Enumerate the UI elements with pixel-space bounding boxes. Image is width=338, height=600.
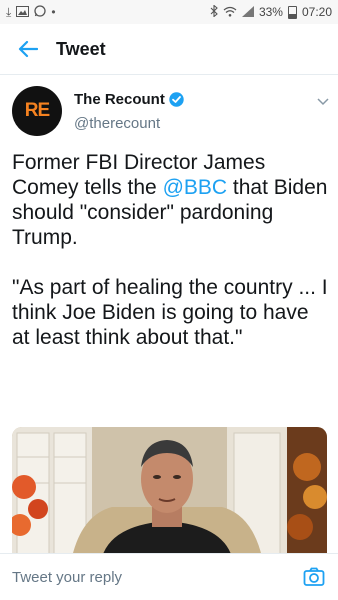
app-bar: Tweet — [0, 24, 338, 75]
status-time: 07:20 — [301, 5, 332, 19]
avatar-text: RE — [24, 100, 50, 121]
chevron-down-icon — [317, 98, 329, 106]
tweet-author: RE The Recount @therecount — [12, 86, 330, 138]
bluetooth-icon — [210, 4, 218, 19]
battery-percent: 33% — [258, 5, 283, 19]
camera-button[interactable] — [302, 565, 326, 589]
verified-badge-icon — [169, 92, 184, 107]
battery-icon — [287, 5, 297, 19]
arrow-left-icon — [18, 40, 38, 58]
reply-input[interactable] — [12, 568, 302, 586]
dot-icon: • — [51, 5, 56, 19]
mention-link[interactable]: @BBC — [163, 176, 228, 199]
tweet-video-thumbnail[interactable] — [12, 427, 327, 557]
signal-icon — [241, 5, 254, 19]
back-button[interactable] — [0, 24, 56, 74]
image-icon — [16, 5, 30, 19]
video-frame-illustration — [12, 427, 327, 557]
status-left: ⤓ • — [6, 5, 56, 19]
tweet-text-part2: that Biden should "consider" pardoning T… — [12, 176, 328, 349]
author-handle[interactable]: @therecount — [74, 115, 160, 132]
status-right: 33% 07:20 — [210, 4, 332, 19]
tweet-text: Former FBI Director James Comey tells th… — [12, 150, 328, 350]
download-icon: ⤓ — [6, 5, 12, 19]
author-name: The Recount — [74, 91, 165, 108]
wifi-icon — [223, 6, 237, 19]
camera-icon — [303, 567, 325, 586]
reply-bar — [0, 553, 338, 600]
avatar[interactable]: RE — [12, 86, 62, 136]
author-name-row[interactable]: The Recount — [74, 91, 184, 108]
status-bar: ⤓ • 33% 07:20 — [0, 0, 338, 24]
more-options-button[interactable] — [316, 94, 330, 108]
page-title: Tweet — [56, 38, 106, 59]
whatsapp-icon — [34, 5, 46, 19]
